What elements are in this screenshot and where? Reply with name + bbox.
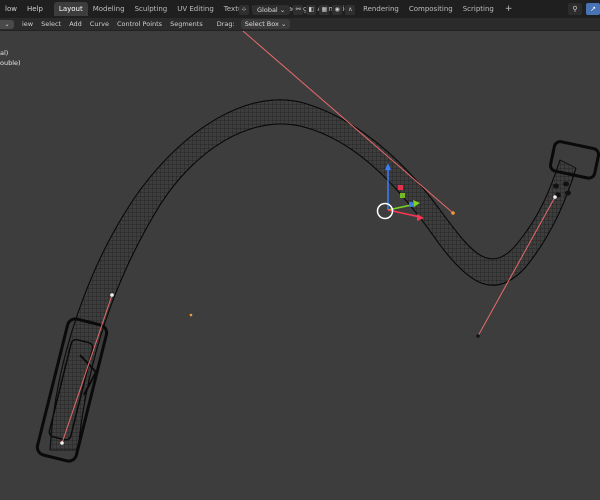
tab-layout[interactable]: Layout: [53, 2, 88, 16]
tab-compositing[interactable]: Compositing: [404, 2, 458, 16]
handle-point-left-bottom: [60, 441, 64, 445]
belt-strap-fill: [49, 99, 577, 451]
drag-value: Select Box: [244, 20, 279, 28]
gizmo-plane-y: [400, 193, 405, 198]
origin-point: [189, 313, 193, 317]
mode-dropdown[interactable]: ⌄: [0, 19, 14, 29]
menu-window[interactable]: low: [0, 5, 22, 13]
handle-point-right-top: [553, 195, 557, 199]
tab-uv-editing[interactable]: UV Editing: [172, 2, 219, 16]
orientation-icon[interactable]: ⊹: [239, 4, 249, 15]
viewport-header: ⌄ iew Select Add Curve Control Points Se…: [0, 18, 600, 31]
chevron-down-icon: ⌄: [280, 20, 287, 28]
menu-select[interactable]: Select: [37, 20, 65, 28]
pivot-icon[interactable]: ⚯: [293, 4, 304, 15]
menu-add[interactable]: Add: [65, 20, 86, 28]
gizmo-toggle-icon[interactable]: ↗: [586, 3, 600, 15]
transform-controls: ⊹ Global ⌄ ⚯ ◧ ▦ ◉ ∧: [236, 4, 356, 15]
belt-edge-inner: [77, 123, 577, 451]
topbar-right-tools: ⚲ ↗: [564, 0, 600, 18]
proportional-edit-icon[interactable]: ◉: [332, 4, 343, 15]
snap-target-icon[interactable]: ▦: [319, 4, 330, 15]
gizmo-plane-x: [398, 185, 403, 190]
menu-curve[interactable]: Curve: [86, 20, 113, 28]
handle-point-left-top: [110, 293, 114, 297]
menu-view[interactable]: iew: [18, 20, 37, 28]
gizmo-plane-z: [409, 202, 414, 207]
orientation-value: Global: [257, 5, 278, 14]
add-workspace-button[interactable]: +: [499, 4, 519, 14]
tab-rendering[interactable]: Rendering: [358, 2, 404, 16]
menu-help[interactable]: Help: [22, 5, 48, 13]
handle-point-right-bottom: [476, 334, 480, 338]
chevron-down-icon: ⌄: [279, 5, 286, 14]
menu-control-points[interactable]: Control Points: [113, 20, 166, 28]
tab-sculpting[interactable]: Sculpting: [130, 2, 173, 16]
tab-scripting[interactable]: Scripting: [458, 2, 499, 16]
belt-mesh[interactable]: [35, 99, 600, 463]
drag-select-dropdown[interactable]: Select Box ⌄: [240, 19, 291, 29]
snap-toggle-icon[interactable]: ◧: [306, 4, 317, 15]
orientation-dropdown[interactable]: Global ⌄: [252, 4, 291, 15]
menu-segments[interactable]: Segments: [166, 20, 207, 28]
handle-point-top: [451, 211, 455, 215]
falloff-icon[interactable]: ∧: [345, 4, 356, 15]
drag-label: Drag:: [216, 20, 235, 28]
viewport-3d[interactable]: [0, 31, 600, 500]
tab-modeling[interactable]: Modeling: [88, 2, 130, 16]
snap-icon[interactable]: ⚲: [568, 3, 582, 15]
